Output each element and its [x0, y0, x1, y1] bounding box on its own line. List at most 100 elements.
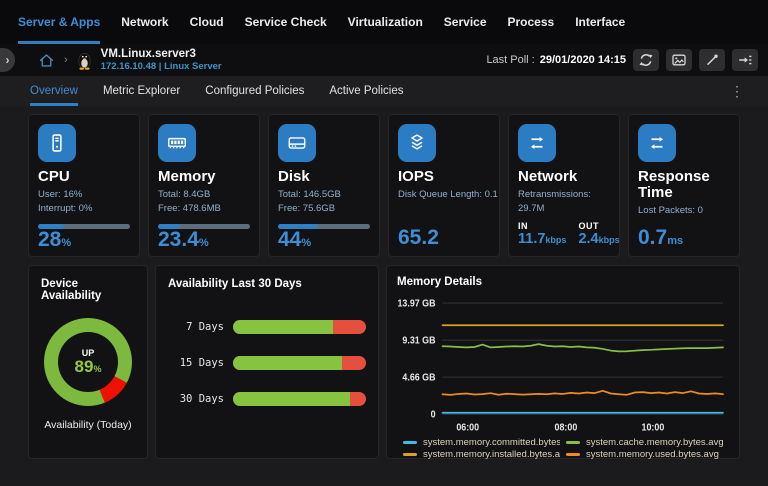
- donut-percent-value: 89%: [75, 358, 102, 376]
- device-availability-panel: Device Availability UP 89% Availability …: [28, 265, 148, 459]
- availability-donut-chart[interactable]: UP 89%: [44, 318, 132, 406]
- expand-button[interactable]: [699, 49, 725, 71]
- availability-bar-row-15days: 15 Days: [168, 356, 366, 370]
- home-icon: [38, 52, 55, 69]
- legend-item-installed[interactable]: system.memory.installed.bytes.avg: [403, 449, 560, 460]
- out-value: 2.4kbps: [578, 231, 619, 248]
- chart-legend: system.memory.committed.bytes.avg system…: [397, 437, 729, 460]
- device-identity: VM.Linux.server3 172.16.10.48 | Linux Se…: [101, 48, 222, 73]
- legend-item-cache[interactable]: system.cache.memory.bytes.avg: [566, 437, 723, 448]
- home-button[interactable]: [38, 52, 55, 69]
- disk-card[interactable]: Disk Total: 146.5GB Free: 75.6GB 44%: [268, 114, 380, 257]
- legend-dash-icon: [403, 441, 417, 444]
- availability-bar-row-7days: 7 Days: [168, 320, 366, 334]
- svg-text:10:00: 10:00: [642, 422, 665, 432]
- last-poll-label: Last Poll :: [486, 54, 534, 66]
- chevron-right-icon: ›: [6, 53, 10, 67]
- response-time-card[interactable]: Response Time Lost Packets: 0 0.7ms: [628, 114, 740, 257]
- nav-item-network[interactable]: Network: [121, 0, 168, 44]
- device-toolbar: › › VM.Linux.server3 172.16.10.48 | Linu…: [0, 44, 768, 76]
- tab-overview[interactable]: Overview: [30, 76, 78, 106]
- more-options-kebab-icon[interactable]: ⋮: [730, 84, 744, 98]
- go-to-details-icon: [737, 52, 753, 68]
- response-time-value: 0.7ms: [638, 227, 730, 248]
- metric-cards-row: CPU User: 16% Interrupt: 0% 28%: [28, 114, 740, 257]
- bar-label: 30 Days: [168, 393, 224, 405]
- retransmissions-value: 29.7M: [518, 202, 610, 216]
- disk-icon: [278, 124, 316, 162]
- donut-center: UP 89%: [58, 332, 118, 392]
- nav-item-interface[interactable]: Interface: [575, 0, 625, 44]
- cpu-card[interactable]: CPU User: 16% Interrupt: 0% 28%: [28, 114, 140, 257]
- toolbar-actions: Last Poll : 29/01/2020 14:15: [486, 49, 758, 71]
- traffic-out: OUT 2.4kbps: [578, 221, 619, 248]
- card-title: Network: [518, 169, 610, 185]
- cpu-utilization-value: 28%: [38, 229, 130, 250]
- nav-item-cloud[interactable]: Cloud: [190, 0, 224, 44]
- tab-metric-explorer[interactable]: Metric Explorer: [103, 76, 180, 106]
- availability-bar-7days[interactable]: [233, 320, 366, 334]
- availability-caption: Availability (Today): [44, 419, 131, 431]
- retransmissions-label: Retransmissions:: [518, 188, 610, 202]
- snapshot-image-icon: [671, 52, 687, 68]
- transfer-arrows-icon: [638, 124, 676, 162]
- device-ip-type[interactable]: 172.16.10.48 | Linux Server: [101, 61, 222, 72]
- disk-free-stat: Free: 75.6GB: [278, 202, 370, 216]
- overview-content: CPU User: 16% Interrupt: 0% 28%: [0, 106, 768, 486]
- cpu-interrupt-stat: Interrupt: 0%: [38, 202, 130, 216]
- memory-details-panel: Memory Details 13.97 GB9.31 GB4.66 GB006…: [386, 265, 740, 459]
- svg-text:0: 0: [431, 409, 436, 419]
- legend-item-committed[interactable]: system.memory.committed.bytes.avg: [403, 437, 560, 448]
- linux-penguin-icon: [77, 51, 92, 70]
- in-value: 11.7kbps: [518, 231, 566, 248]
- cpu-user-stat: User: 16%: [38, 188, 130, 202]
- panel-title: Availability Last 30 Days: [168, 278, 366, 290]
- layers-icon: [398, 124, 436, 162]
- availability-bar-15days[interactable]: [233, 356, 366, 370]
- nav-item-service-check[interactable]: Service Check: [245, 0, 327, 44]
- nav-item-virtualization[interactable]: Virtualization: [348, 0, 423, 44]
- card-title: Disk: [278, 169, 370, 185]
- memory-utilization-value: 23.4%: [158, 229, 250, 250]
- nav-item-process[interactable]: Process: [508, 0, 555, 44]
- memory-details-line-chart[interactable]: 13.97 GB9.31 GB4.66 GB006:0008:0010:00: [397, 290, 729, 436]
- availability-30days-panel: Availability Last 30 Days 7 Days 15 Days…: [155, 265, 379, 459]
- breadcrumb-separator: ›: [64, 54, 68, 66]
- in-label: IN: [518, 221, 566, 231]
- refresh-icon: [638, 52, 654, 68]
- memory-free-stat: Free: 478.6MB: [158, 202, 250, 216]
- tab-active-policies[interactable]: Active Policies: [329, 76, 403, 106]
- iops-value: 65.2: [398, 227, 490, 248]
- card-title: CPU: [38, 169, 130, 185]
- device-details-button[interactable]: [732, 49, 758, 71]
- iops-card[interactable]: IOPS Disk Queue Length: 0.1 65.2: [388, 114, 500, 257]
- bar-label: 15 Days: [168, 357, 224, 369]
- panel-title: Device Availability: [41, 278, 135, 302]
- network-card[interactable]: Network Retransmissions: 29.7M IN 11.7kb…: [508, 114, 620, 257]
- svg-text:06:00: 06:00: [456, 422, 479, 432]
- snapshot-button[interactable]: [666, 49, 692, 71]
- svg-text:13.97 GB: 13.97 GB: [397, 298, 435, 308]
- nav-item-server-apps[interactable]: Server & Apps: [18, 0, 100, 44]
- card-title: Memory: [158, 169, 250, 185]
- top-nav: Server & Apps Network Cloud Service Chec…: [0, 0, 768, 44]
- tab-configured-policies[interactable]: Configured Policies: [205, 76, 304, 106]
- legend-dash-icon: [566, 441, 580, 444]
- traffic-in: IN 11.7kbps: [518, 221, 566, 248]
- memory-card[interactable]: Memory Total: 8.4GB Free: 478.6MB 23.4%: [148, 114, 260, 257]
- disk-utilization-value: 44%: [278, 229, 370, 250]
- nav-item-service[interactable]: Service: [444, 0, 487, 44]
- expand-sidebar-button[interactable]: ›: [0, 48, 15, 72]
- transfer-arrows-icon: [518, 124, 556, 162]
- lost-packets-stat: Lost Packets: 0: [638, 204, 730, 218]
- legend-dash-icon: [403, 453, 417, 456]
- refresh-button[interactable]: [633, 49, 659, 71]
- memory-total-stat: Total: 8.4GB: [158, 188, 250, 202]
- svg-text:4.66 GB: 4.66 GB: [402, 372, 435, 382]
- svg-text:9.31 GB: 9.31 GB: [402, 335, 435, 345]
- device-tabs: Overview Metric Explorer Configured Poli…: [0, 76, 768, 106]
- card-title: Response Time: [638, 169, 730, 201]
- legend-item-used[interactable]: system.memory.used.bytes.avg: [566, 449, 723, 460]
- availability-bar-30days[interactable]: [233, 392, 366, 406]
- legend-dash-icon: [566, 453, 580, 456]
